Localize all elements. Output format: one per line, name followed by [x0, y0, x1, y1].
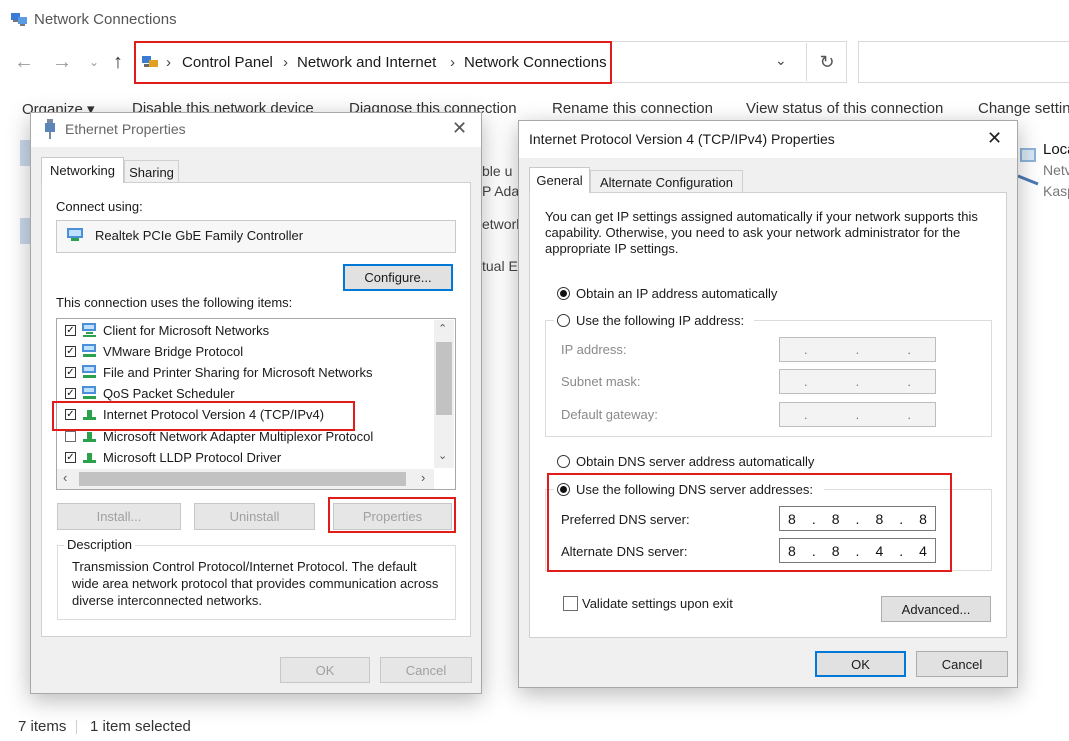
ethernet-plug-icon [45, 119, 55, 139]
ip-address-field: ... [779, 337, 936, 362]
advanced-button[interactable]: Advanced... [881, 596, 991, 622]
background-list-text: tual E [482, 258, 518, 274]
tab-networking[interactable]: Networking [41, 157, 124, 183]
change-settings-command[interactable]: Change settin [978, 100, 1069, 117]
list-item[interactable]: ✓ File and Printer Sharing for Microsoft… [65, 362, 372, 383]
install-button[interactable]: Install... [57, 503, 181, 530]
background-list-text: P Ada [482, 183, 520, 199]
rename-connection-command[interactable]: Rename this connection [552, 100, 713, 117]
background-connection-icon [20, 140, 30, 166]
view-status-command[interactable]: View status of this connection [746, 100, 943, 117]
window-title-bar: Network Connections [10, 8, 177, 30]
ethernet-ok-button[interactable]: OK [280, 657, 370, 683]
list-item[interactable]: ✓ Client for Microsoft Networks [65, 320, 269, 341]
refresh-icon[interactable]: ↻ [806, 43, 847, 81]
list-item-label: File and Printer Sharing for Microsoft N… [103, 365, 373, 380]
ethernet-dialog-title: Ethernet Properties [65, 121, 186, 137]
up-arrow-icon[interactable]: ↑ [106, 50, 130, 74]
window-title: Network Connections [34, 10, 177, 28]
dns-settings-highlight [547, 473, 952, 572]
properties-button-highlight [328, 497, 456, 533]
local-connection-icon [1017, 148, 1039, 186]
list-item[interactable]: ✓ Microsoft LLDP Protocol Driver [65, 447, 281, 468]
default-gateway-label: Default gateway: [561, 407, 658, 422]
item-checkbox[interactable]: ✓ [65, 388, 76, 399]
connection-items-label: This connection uses the following items… [56, 295, 293, 310]
uninstall-button[interactable]: Uninstall [194, 503, 315, 530]
background-connection-icon [20, 218, 30, 244]
horizontal-scrollbar-thumb[interactable] [79, 472, 406, 486]
close-icon[interactable]: ✕ [987, 128, 1002, 149]
back-arrow-icon[interactable]: ← [12, 50, 36, 74]
connect-using-label: Connect using: [56, 199, 143, 214]
obtain-dns-auto-radio[interactable] [557, 455, 570, 468]
recent-locations-chevron-icon[interactable]: ⌄ [82, 50, 106, 74]
network-connections-icon [11, 13, 27, 26]
forward-arrow-icon[interactable]: → [50, 50, 74, 74]
item-checkbox[interactable]: ✓ [65, 346, 76, 357]
use-following-ip-label[interactable]: Use the following IP address: [576, 313, 744, 328]
validate-settings-checkbox[interactable] [563, 596, 578, 611]
background-list-text: Netv [1043, 162, 1069, 178]
ip-address-label: IP address: [561, 342, 627, 357]
scroll-right-icon[interactable]: › [421, 470, 425, 485]
status-item-count: 7 items [18, 718, 67, 735]
item-checkbox[interactable]: ✓ [65, 367, 76, 378]
tab-sharing[interactable]: Sharing [124, 160, 179, 183]
description-text: Transmission Control Protocol/Internet P… [72, 559, 439, 608]
ip-intro-text: You can get IP settings assigned automat… [545, 209, 978, 256]
list-item-label: Microsoft LLDP Protocol Driver [103, 450, 282, 465]
item-checkbox[interactable] [65, 431, 76, 442]
status-selected-count: 1 item selected [90, 718, 191, 735]
item-checkbox[interactable]: ✓ [65, 325, 76, 336]
adapter-name: Realtek PCIe GbE Family Controller [95, 228, 304, 243]
address-dropdown-chevron-icon[interactable]: ⌄ [775, 52, 787, 69]
address-bar-highlight [134, 41, 612, 84]
validate-settings-label[interactable]: Validate settings upon exit [582, 596, 733, 611]
background-list-text: ble u [482, 163, 513, 179]
network-adapter-icon [67, 228, 83, 241]
ipv4-item-highlight [52, 401, 355, 431]
configure-button[interactable]: Configure... [343, 264, 453, 291]
tab-general[interactable]: General [529, 167, 590, 193]
default-gateway-field: ... [779, 402, 936, 427]
protocol-icon [83, 453, 96, 463]
item-checkbox[interactable]: ✓ [65, 452, 76, 463]
obtain-ip-auto-radio[interactable] [557, 287, 570, 300]
ipv4-ok-button[interactable]: OK [815, 651, 906, 677]
use-following-ip-radio[interactable] [557, 314, 570, 327]
scroll-left-icon[interactable]: ‹ [63, 470, 67, 485]
obtain-ip-auto-label[interactable]: Obtain an IP address automatically [576, 286, 777, 301]
subnet-mask-field: ... [779, 369, 936, 394]
background-list-text: Kasp [1043, 183, 1069, 199]
obtain-dns-auto-label[interactable]: Obtain DNS server address automatically [576, 454, 814, 469]
file-sharing-icon [82, 365, 96, 378]
ipv4-cancel-button[interactable]: Cancel [916, 651, 1008, 677]
ethernet-cancel-button[interactable]: Cancel [380, 657, 472, 683]
list-item-label: QoS Packet Scheduler [103, 386, 235, 401]
list-item-label: Client for Microsoft Networks [103, 323, 270, 338]
subnet-mask-label: Subnet mask: [561, 374, 641, 389]
client-network-icon [82, 323, 96, 337]
list-item-label: VMware Bridge Protocol [103, 344, 244, 359]
scroll-up-icon[interactable]: ⌃ [438, 322, 447, 335]
search-box[interactable] [858, 41, 1069, 83]
ipv4-dialog-title: Internet Protocol Version 4 (TCP/IPv4) P… [529, 131, 835, 147]
status-divider [76, 720, 77, 734]
scrollbar-thumb[interactable] [436, 342, 452, 415]
protocol-icon [83, 432, 96, 442]
tab-alternate-configuration[interactable]: Alternate Configuration [590, 170, 743, 193]
list-item[interactable]: ✓ VMware Bridge Protocol [65, 341, 243, 362]
description-heading: Description [64, 537, 136, 552]
qos-scheduler-icon [82, 386, 96, 399]
close-icon[interactable]: ✕ [452, 118, 467, 139]
scroll-down-icon[interactable]: ⌄ [438, 449, 447, 462]
background-list-text: Loca [1043, 141, 1069, 158]
bridge-protocol-icon [82, 344, 96, 357]
list-item-label: Microsoft Network Adapter Multiplexor Pr… [103, 429, 374, 444]
